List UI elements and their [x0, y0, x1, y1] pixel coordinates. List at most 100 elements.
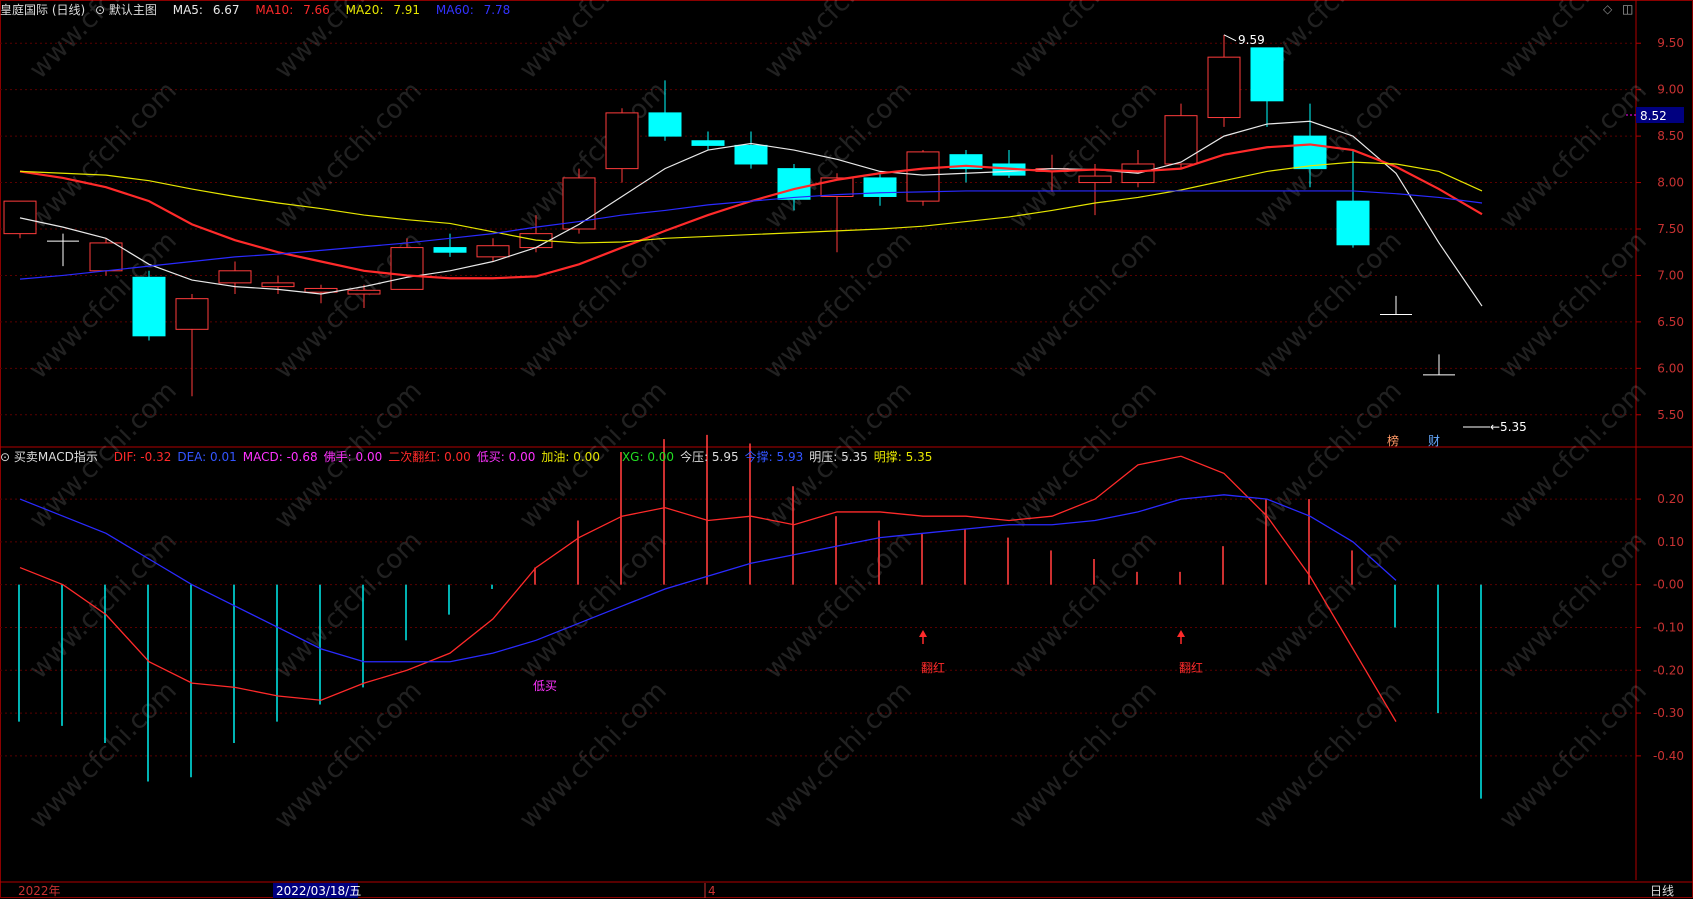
- y-tick-label: 6.00: [1657, 361, 1684, 375]
- ma60-legend: MA60: 7.78: [435, 3, 511, 17]
- watermark-text: www.cfchi.com: [759, 526, 918, 685]
- y-tick-label: 8.50: [1657, 129, 1684, 143]
- candle-body: [218, 270, 252, 284]
- y-tick-label: -0.10: [1653, 620, 1684, 634]
- indicator-item: 今压: 5.95: [680, 450, 739, 464]
- watermark: www.cfchi.com www.cfchi.com www.cfchi.com w…: [24, 0, 1653, 835]
- watermark-text: www.cfchi.com: [514, 526, 673, 685]
- red-arrow-head: [919, 630, 927, 637]
- y-tick-label: 7.50: [1657, 222, 1684, 236]
- candle-body: [1250, 47, 1284, 102]
- indicator-item: 加油: 0.00: [541, 450, 600, 464]
- stock-title: 皇庭国际 (日线): [0, 3, 86, 17]
- tag-bang: 榜: [1387, 433, 1399, 448]
- watermark-text: www.cfchi.com: [1494, 676, 1653, 835]
- main-chart-dropdown[interactable]: ⊙ 默认主图: [95, 3, 163, 17]
- y-tick-label: 8.00: [1657, 176, 1684, 190]
- indicator-item: 明压: 5.35: [809, 450, 868, 464]
- watermark-text: www.cfchi.com: [1494, 226, 1653, 385]
- candle-body: [734, 144, 768, 165]
- dif-line: [19, 455, 1397, 722]
- y-tick-label: 7.00: [1657, 268, 1684, 282]
- y-tick-label: 9.50: [1657, 36, 1684, 50]
- candle-body: [1336, 200, 1370, 246]
- window-toggle-icon[interactable]: ◫: [1622, 2, 1633, 16]
- watermark-text: www.cfchi.com: [1249, 376, 1408, 535]
- ma5-legend: MA5: 6.67: [172, 3, 240, 17]
- y-tick-label: -0.20: [1653, 663, 1684, 677]
- watermark-text: www.cfchi.com: [1004, 676, 1163, 835]
- date-label: 2022/03/18/五: [276, 884, 361, 898]
- candle-body: [390, 247, 424, 290]
- candle-body: [648, 112, 682, 137]
- candle-body: [175, 298, 209, 330]
- candle-body: [906, 151, 940, 202]
- y-tick-label: -0.40: [1653, 749, 1684, 763]
- watermark-text: www.cfchi.com: [1249, 226, 1408, 385]
- period-label: 日线: [1650, 884, 1674, 898]
- candle-body: [777, 168, 811, 200]
- y-tick-label: 0.20: [1657, 492, 1684, 506]
- candle-body: [1164, 115, 1198, 165]
- low-label: ←5.35: [1490, 420, 1527, 434]
- watermark-text: www.cfchi.com: [24, 76, 183, 235]
- watermark-text: www.cfchi.com: [759, 676, 918, 835]
- y-tick-label: 5.50: [1657, 408, 1684, 422]
- candle-body: [1207, 56, 1241, 119]
- indicator-item: DIF: -0.32: [113, 450, 172, 464]
- ma20-legend: MA20: 7.91: [345, 3, 421, 17]
- y-tick-label: -0.00: [1653, 578, 1684, 592]
- indicator-item: 明撑: 5.35: [873, 450, 933, 464]
- watermark-text: www.cfchi.com: [1249, 526, 1408, 685]
- high-pointer: [1223, 34, 1237, 42]
- y-tick-label: 6.50: [1657, 315, 1684, 329]
- indicator-title[interactable]: ⊙ 买卖MACD指示: [0, 450, 104, 464]
- current-price-tag: 8.52: [1640, 109, 1667, 123]
- watermark-text: www.cfchi.com: [1004, 526, 1163, 685]
- main-chart-label: 默认主图: [108, 3, 157, 17]
- candle-body: [3, 200, 37, 235]
- watermark-text: www.cfchi.com: [24, 526, 183, 685]
- y-tick-label: 9.00: [1657, 83, 1684, 97]
- candle-body: [132, 276, 166, 337]
- watermark-text: www.cfchi.com: [1494, 376, 1653, 535]
- indicator-item: 二次翻红: 0.00: [388, 450, 471, 464]
- indicator-item: 佛手: 0.00: [323, 450, 383, 464]
- diamond-icon[interactable]: ◇: [1603, 2, 1612, 16]
- candle-body: [433, 247, 467, 253]
- candle-body: [347, 289, 381, 295]
- candle-body: [89, 242, 123, 272]
- ma10-legend: MA10: 7.66: [255, 3, 330, 17]
- watermark-text: www.cfchi.com: [24, 676, 183, 835]
- watermark-text: www.cfchi.com: [514, 676, 673, 835]
- candle-body: [605, 112, 639, 170]
- red-arrow-head: [1177, 630, 1185, 637]
- low-buy-marker: 低买: [533, 679, 557, 693]
- month-label: 4: [708, 884, 716, 898]
- fan-hong-marker: 翻红: [1179, 660, 1203, 675]
- candle-body: [691, 140, 725, 146]
- watermark-text: www.cfchi.com: [269, 76, 428, 235]
- watermark-text: www.cfchi.com: [1004, 226, 1163, 385]
- watermark-text: www.cfchi.com: [1004, 76, 1163, 235]
- candle-body: [1078, 175, 1112, 184]
- indicator-item: XG: 0.00: [621, 450, 675, 464]
- candle-body: [476, 245, 510, 258]
- watermark-text: www.cfchi.com: [1494, 76, 1653, 235]
- indicator-item: DEA: 0.01: [177, 450, 237, 464]
- watermark-text: www.cfchi.com: [759, 226, 918, 385]
- watermark-text: www.cfchi.com: [514, 226, 673, 385]
- watermark-text: www.cfchi.com: [1249, 676, 1408, 835]
- watermark-text: www.cfchi.com: [1494, 526, 1653, 685]
- watermark-text: www.cfchi.com: [759, 0, 918, 85]
- tag-cai: 财: [1428, 434, 1440, 448]
- high-label: 9.59: [1238, 33, 1265, 47]
- watermark-text: www.cfchi.com: [514, 0, 673, 85]
- main-legend: 皇庭国际 (日线) ⊙ 默认主图 MA5: 6.67 MA10: 7.66 MA…: [0, 1, 522, 17]
- watermark-text: www.cfchi.com: [759, 76, 918, 235]
- y-tick-label: -0.30: [1653, 706, 1684, 720]
- fan-hong-marker: 翻红: [921, 660, 945, 675]
- indicator-item: MACD: -0.68: [242, 450, 318, 464]
- candle-body: [1293, 135, 1327, 170]
- indicator-legend: ⊙ 买卖MACD指示 DIF: -0.32 DEA: 0.01 MACD: -0.6…: [0, 448, 938, 464]
